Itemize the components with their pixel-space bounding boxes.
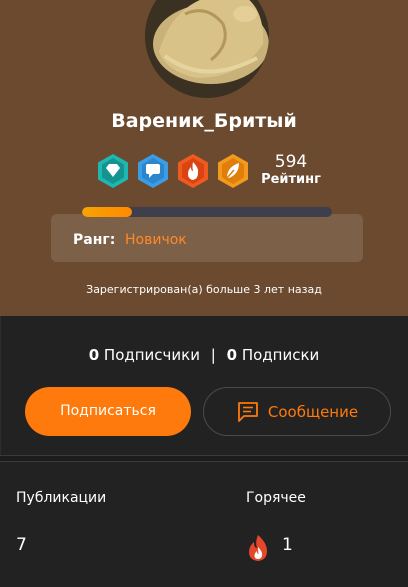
rating: 594 Рейтинг xyxy=(256,152,326,188)
hot-value[interactable]: 1 xyxy=(282,535,293,555)
subscribe-button[interactable]: Подписаться xyxy=(25,387,191,436)
achievement-badges xyxy=(97,153,249,189)
following-label[interactable]: Подписки xyxy=(242,346,319,364)
rating-label: Рейтинг xyxy=(261,172,321,187)
rating-progress-fill xyxy=(82,207,132,217)
badge-fire[interactable] xyxy=(177,153,209,189)
rating-progress-bar xyxy=(82,207,332,217)
fire-icon xyxy=(178,154,208,188)
publications-value[interactable]: 7 xyxy=(16,535,27,555)
followers-label[interactable]: Подписчики xyxy=(104,346,200,364)
publications-label: Публикации xyxy=(16,490,107,506)
registered-text: Зарегистрирован(а) больше 3 лет назад xyxy=(86,283,322,296)
diamond-icon xyxy=(98,154,128,188)
chat-icon xyxy=(138,154,168,188)
message-button[interactable]: Сообщение xyxy=(203,387,391,436)
message-label: Сообщение xyxy=(267,402,359,421)
rating-value: 594 xyxy=(274,152,308,172)
badge-flame-leaf[interactable] xyxy=(217,153,249,189)
badge-chat[interactable] xyxy=(137,153,169,189)
profile-page: Вареник_Бритый 594 Рейтинг Ранг: Новичок… xyxy=(0,0,408,587)
username: Вареник_Бритый xyxy=(111,110,297,132)
badge-diamond[interactable] xyxy=(97,153,129,189)
subscriptions-summary: 0 Подписчики | 0 Подписки xyxy=(0,346,408,364)
dumpling-avatar-image xyxy=(145,0,269,98)
message-icon xyxy=(237,401,258,422)
followers-count: 0 xyxy=(88,346,100,364)
subs-separator: | xyxy=(210,346,216,364)
left-edge-line xyxy=(0,316,1,456)
section-divider xyxy=(0,455,408,462)
flame-leaf-icon xyxy=(218,154,248,188)
avatar[interactable] xyxy=(145,0,269,98)
hot-label: Горячее xyxy=(246,490,306,506)
rank-value: Новичок xyxy=(125,232,187,248)
rank-box: Ранг: Новичок xyxy=(51,214,363,262)
following-count: 0 xyxy=(226,346,238,364)
profile-header: Вареник_Бритый 594 Рейтинг Ранг: Новичок… xyxy=(0,0,408,316)
fire-icon xyxy=(249,535,267,561)
rank-label: Ранг: xyxy=(73,232,116,248)
